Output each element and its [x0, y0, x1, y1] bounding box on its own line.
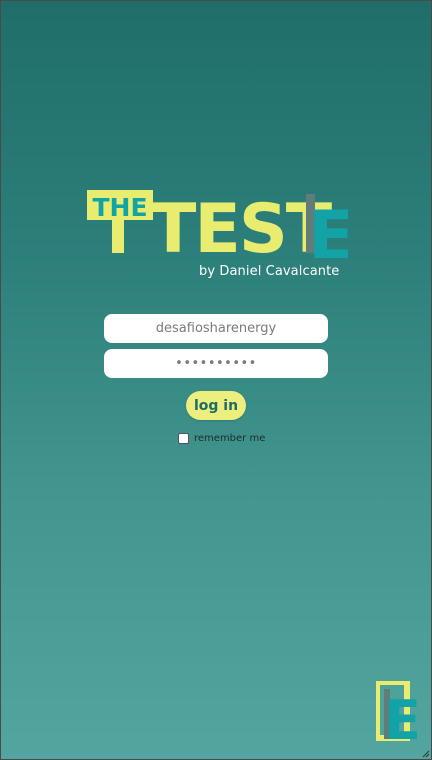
remember-me[interactable]: remember me: [178, 433, 265, 444]
logo-the-text: THE: [92, 193, 147, 222]
tagline: by Daniel Cavalcante: [199, 264, 340, 279]
corner-logo-letter: E: [384, 689, 418, 743]
password-input[interactable]: [104, 349, 328, 378]
logo-e-text: E: [308, 197, 348, 258]
remember-me-label: remember me: [194, 433, 266, 444]
the-teste-logo: THE TEST E: [87, 190, 348, 258]
logo-main-text: TEST: [150, 190, 333, 258]
resize-grip-icon[interactable]: [422, 750, 430, 758]
window-frame: [0, 0, 432, 760]
remember-me-checkbox[interactable]: [178, 433, 189, 444]
username-input[interactable]: [104, 314, 328, 343]
corner-e-logo: E: [376, 681, 418, 743]
login-button[interactable]: log in: [186, 391, 246, 420]
